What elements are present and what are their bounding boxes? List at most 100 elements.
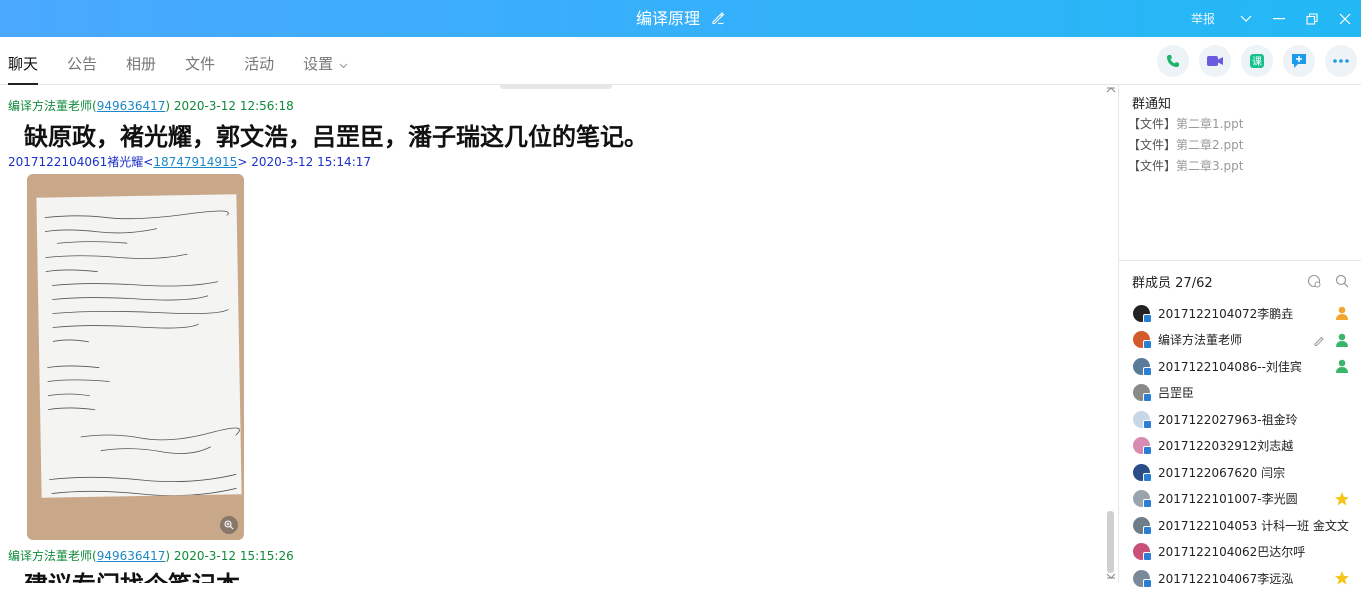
- member-name: 2017122032912刘志越: [1158, 439, 1294, 454]
- message-meta: 编译方法董老师(949636417) 2020-3-12 12:56:18: [8, 99, 294, 113]
- owner-icon: [1334, 332, 1350, 348]
- member-row[interactable]: 2017122032912刘志越: [1119, 433, 1361, 460]
- group-name: 编译原理: [635, 9, 700, 28]
- message-text: 缺原政，褚光耀，郭文浩，吕罡臣，潘子瑞这几位的笔记。: [24, 122, 648, 151]
- message-meta: 编译方法董老师(949636417) 2020-3-12 15:15:26: [8, 549, 294, 563]
- restore-button[interactable]: [1295, 0, 1328, 37]
- member-row[interactable]: 2017122027963-祖金玲: [1119, 406, 1361, 433]
- phone-icon[interactable]: [1157, 45, 1189, 77]
- window-title: 编译原理: [0, 0, 1361, 37]
- tab-settings[interactable]: 设置: [303, 37, 348, 85]
- member-name: 2017122101007-李光圆: [1158, 492, 1298, 507]
- member-name: 2017122104086--刘佳宾: [1158, 359, 1302, 374]
- more-icon[interactable]: [1325, 45, 1357, 77]
- tab-announcement[interactable]: 公告: [67, 37, 97, 85]
- members-header: 群成员 27/62: [1132, 272, 1213, 291]
- avatar: [1133, 437, 1152, 456]
- notes-paper: [36, 194, 242, 498]
- tab-settings-label: 设置: [303, 55, 334, 73]
- scroll-down-icon[interactable]: [1106, 573, 1116, 579]
- member-row[interactable]: 2017122104072李鹏垚: [1119, 300, 1361, 327]
- scroll-up-icon[interactable]: [1106, 87, 1116, 93]
- report-button[interactable]: 举报: [1191, 10, 1215, 27]
- chevron-down-icon[interactable]: [1229, 0, 1262, 37]
- member-row[interactable]: 2017122067620 闫宗: [1119, 459, 1361, 486]
- class-icon[interactable]: 课: [1241, 45, 1273, 77]
- member-row[interactable]: 吕罡臣: [1119, 380, 1361, 407]
- avatar: [1133, 304, 1152, 323]
- avatar: [1133, 384, 1152, 403]
- notice-tag: 【文件】: [1128, 117, 1177, 131]
- message-time: 2020-3-12 12:56:18: [173, 99, 294, 113]
- close-button[interactable]: [1328, 0, 1361, 37]
- handwritten-notes-photo[interactable]: [27, 174, 244, 540]
- member-name: 2017122104067李远泓: [1158, 571, 1294, 586]
- member-list[interactable]: 2017122104072李鹏垚 编译方法董老师 2017122104086--…: [1119, 300, 1361, 592]
- member-name: 编译方法董老师: [1158, 333, 1243, 348]
- members-count: 27/62: [1175, 276, 1213, 291]
- history-grip[interactable]: [500, 85, 612, 89]
- member-name: 2017122104062巴达尔呼: [1158, 545, 1306, 560]
- avatar: [1133, 543, 1152, 562]
- member-name: 2017122104053 计科一班 金文文: [1158, 518, 1349, 533]
- member-name: 2017122067620 闫宗: [1158, 465, 1286, 480]
- notice-file-name: 第二章2.ppt: [1176, 138, 1244, 152]
- avatar: [1133, 569, 1152, 588]
- svg-text:课: 课: [1252, 56, 1262, 68]
- member-row[interactable]: 2017122104053 计科一班 金文文: [1119, 512, 1361, 539]
- avatar: [1133, 463, 1152, 482]
- member-row[interactable]: 2017122104062巴达尔呼: [1119, 539, 1361, 566]
- tab-chat[interactable]: 聊天: [8, 37, 39, 85]
- sender-qq-link[interactable]: 18747914915: [153, 155, 237, 169]
- sender-name[interactable]: 编译方法董老师: [8, 549, 92, 563]
- video-icon[interactable]: [1199, 45, 1231, 77]
- member-row[interactable]: 2017122101007-李光圆: [1119, 486, 1361, 513]
- zoom-in-icon[interactable]: [220, 516, 238, 534]
- member-row[interactable]: 2017122104067李远泓: [1119, 565, 1361, 592]
- edit-title-icon[interactable]: [711, 1, 725, 38]
- member-name: 吕罡臣: [1158, 386, 1195, 401]
- notice-file-item[interactable]: 【文件】第二章1.ppt: [1128, 115, 1243, 132]
- title-bar: 编译原理 举报: [0, 0, 1361, 37]
- chat-area[interactable]: 编译方法董老师(949636417) 2020-3-12 12:56:18 缺原…: [0, 85, 1118, 583]
- notice-tag: 【文件】: [1128, 159, 1177, 173]
- members-settings-icon[interactable]: [1307, 273, 1321, 292]
- member-row[interactable]: 2017122104086--刘佳宾: [1119, 353, 1361, 380]
- edit-icon[interactable]: [1313, 332, 1326, 351]
- minimize-button[interactable]: [1262, 0, 1295, 37]
- avatar: [1133, 490, 1152, 509]
- sender-qq-link[interactable]: 949636417: [97, 549, 166, 563]
- right-panel: 群通知 【文件】第二章1.ppt 【文件】第二章2.ppt 【文件】第二章3.p…: [1118, 85, 1361, 588]
- sender-name[interactable]: 2017122104061褚光耀: [8, 155, 143, 169]
- notice-file-item[interactable]: 【文件】第二章3.ppt: [1128, 157, 1243, 174]
- chat-scrollbar[interactable]: [1104, 85, 1118, 583]
- members-title: 群成员: [1132, 276, 1172, 291]
- admin-icon: [1334, 305, 1350, 321]
- tab-bar: 聊天 公告 相册 文件 活动 设置 课: [0, 37, 1361, 85]
- notice-tag: 【文件】: [1128, 138, 1177, 152]
- message-time: 2020-3-12 15:15:26: [173, 549, 294, 563]
- member-name: 2017122027963-祖金玲: [1158, 412, 1298, 427]
- scrollbar-thumb[interactable]: [1107, 511, 1114, 573]
- notice-file-name: 第二章3.ppt: [1176, 159, 1244, 173]
- member-name: 2017122104072李鹏垚: [1158, 306, 1294, 321]
- notice-file-item[interactable]: 【文件】第二章2.ppt: [1128, 136, 1243, 153]
- admin-icon: [1334, 358, 1350, 374]
- member-row[interactable]: 编译方法董老师: [1119, 327, 1361, 354]
- tab-activity[interactable]: 活动: [244, 37, 274, 85]
- search-icon[interactable]: [1335, 273, 1349, 292]
- message-time: 2020-3-12 15:14:17: [251, 155, 371, 169]
- add-chat-icon[interactable]: [1283, 45, 1315, 77]
- tab-album[interactable]: 相册: [126, 37, 156, 85]
- avatar: [1133, 410, 1152, 429]
- sender-name[interactable]: 编译方法董老师: [8, 99, 92, 113]
- tab-files[interactable]: 文件: [185, 37, 215, 85]
- avatar: [1133, 357, 1152, 376]
- notice-file-name: 第二章1.ppt: [1176, 117, 1244, 131]
- sender-qq-link[interactable]: 949636417: [97, 99, 166, 113]
- avatar: [1133, 516, 1152, 535]
- chevron-down-icon: [339, 37, 348, 91]
- notice-title: 群通知: [1132, 97, 1172, 112]
- group-notice: 群通知 【文件】第二章1.ppt 【文件】第二章2.ppt 【文件】第二章3.p…: [1119, 85, 1361, 261]
- avatar: [1133, 331, 1152, 350]
